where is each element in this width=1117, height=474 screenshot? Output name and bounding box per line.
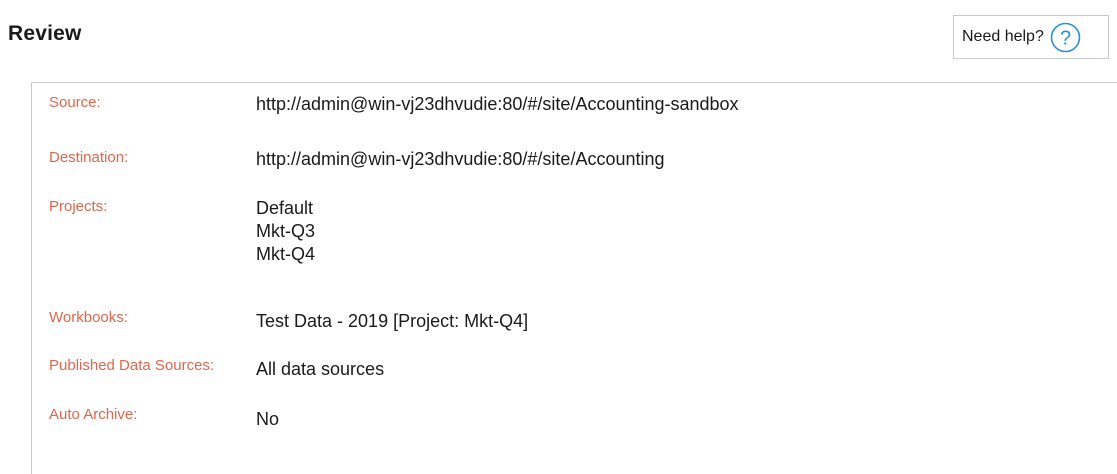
source-label: Source: [49,94,101,111]
project-item: Mkt-Q3 [256,221,316,241]
projects-label: Projects: [49,198,108,215]
published-data-sources-value: All data sources [256,359,385,379]
workbooks-label: Workbooks: [49,309,128,326]
review-summary-panel: Source: http://admin@win-vj23dhvudie:80/… [31,82,1117,474]
question-circle-icon[interactable]: ? [1050,22,1081,53]
workbooks-value: Test Data - 2019 [Project: Mkt-Q4] [256,311,529,331]
project-item: Mkt-Q4 [256,244,316,264]
svg-text:?: ? [1060,27,1071,49]
source-value: http://admin@win-vj23dhvudie:80/#/site/A… [256,94,739,114]
auto-archive-value: No [256,409,280,429]
review-page: Review Need help? ? Source: http://admin… [0,0,1117,474]
page-title: Review [8,22,82,45]
need-help-label: Need help? [962,28,1044,45]
auto-archive-label: Auto Archive: [49,406,138,423]
project-item: Default [256,198,314,218]
need-help-button[interactable]: Need help? ? [953,15,1109,59]
published-data-sources-label: Published Data Sources: [49,357,215,374]
projects-list: Default Mkt-Q3 Mkt-Q4 [256,197,315,266]
destination-value: http://admin@win-vj23dhvudie:80/#/site/A… [256,149,665,169]
destination-label: Destination: [49,149,129,166]
